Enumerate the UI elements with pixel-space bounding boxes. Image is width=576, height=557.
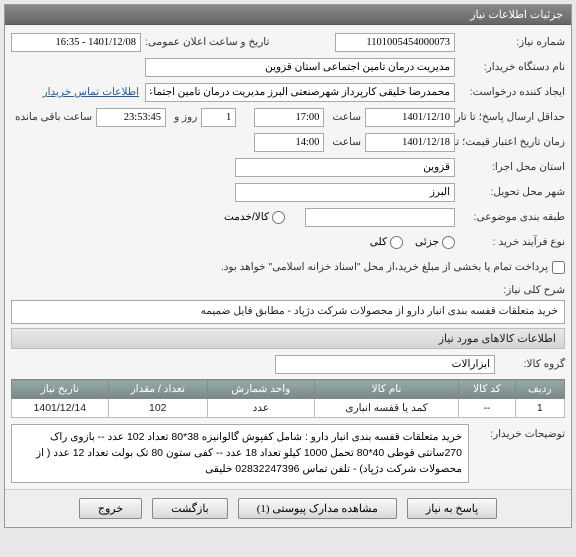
label-province: استان محل اجرا:: [455, 161, 565, 173]
radio-partial-input[interactable]: [442, 236, 455, 249]
buyer-device-field[interactable]: [145, 58, 455, 77]
label-requester: ایجاد کننده درخواست:: [455, 86, 565, 98]
radio-partial[interactable]: جزئی: [415, 236, 455, 249]
th-date: تاریخ نیاز: [12, 380, 109, 399]
city-field[interactable]: [235, 183, 455, 202]
label-remaining: ساعت باقی مانده: [11, 111, 92, 123]
label-day-and: روز و: [170, 111, 197, 123]
form-body: شماره نیاز: تاریخ و ساعت اعلان عمومی: نا…: [5, 25, 571, 489]
radio-full-label: کلی: [370, 236, 387, 248]
radio-full-input[interactable]: [390, 236, 403, 249]
days-remaining-field[interactable]: [201, 108, 236, 127]
cell-unit: عدد: [207, 399, 314, 418]
label-buyer-notes: توضیحات خریدار:: [475, 424, 565, 440]
cell-code: --: [459, 399, 515, 418]
label-deadline: حداقل ارسال پاسخ؛ تا تاریخ:: [455, 111, 565, 123]
radio-partial-label: جزئی: [415, 236, 439, 248]
th-qty: تعداد / مقدار: [108, 380, 207, 399]
label-announce-datetime: تاریخ و ساعت اعلان عمومی:: [141, 36, 269, 48]
label-need-desc: شرح کلی نیاز:: [499, 284, 565, 296]
deadline-date-field[interactable]: [365, 108, 455, 127]
back-button[interactable]: بازگشت: [152, 498, 228, 519]
announce-datetime-field[interactable]: [11, 33, 141, 52]
footer-buttons: پاسخ به نیاز مشاهده مدارک پیوستی (1) باز…: [5, 489, 571, 527]
th-row: ردیف: [515, 380, 565, 399]
goods-table: ردیف کد کالا نام کالا واحد شمارش تعداد /…: [11, 379, 565, 418]
validity-date-field[interactable]: [365, 133, 455, 152]
label-time-2: ساعت: [328, 136, 361, 148]
label-buyer-device: نام دستگاه خریدار:: [455, 61, 565, 73]
payment-note: پرداخت تمام یا بخشی از مبلغ خرید،از محل …: [221, 261, 548, 273]
packaging-field[interactable]: [305, 208, 455, 227]
th-code: کد کالا: [459, 380, 515, 399]
requester-field[interactable]: [145, 83, 455, 102]
contact-info-link[interactable]: اطلاعات تماس خریدار: [43, 86, 139, 98]
need-desc-box: خرید متعلقات قفسه بندی انبار دارو از محص…: [11, 300, 565, 324]
cell-row: 1: [515, 399, 565, 418]
panel-title: جزئیات اطلاعات نیاز: [5, 5, 571, 25]
label-time-1: ساعت: [328, 111, 361, 123]
th-name: نام کالا: [314, 380, 459, 399]
label-goods-group: گروه کالا:: [495, 358, 565, 370]
purchase-type-group: جزئی کلی: [370, 236, 455, 249]
cell-qty: 102: [108, 399, 207, 418]
time-remaining-field[interactable]: [96, 108, 166, 127]
radio-full[interactable]: کلی: [370, 236, 403, 249]
table-row[interactable]: 1 -- کمد یا قفسه انباری عدد 102 1401/12/…: [12, 399, 565, 418]
cell-name: کمد یا قفسه انباری: [314, 399, 459, 418]
goods-info-title: اطلاعات کالاهای مورد نیاز: [11, 328, 565, 349]
label-validity: زمان تاریخ اعتبار قیمت؛ تا تاریخ:: [455, 136, 565, 148]
province-field[interactable]: [235, 158, 455, 177]
label-need-number: شماره نیاز:: [455, 36, 565, 48]
th-unit: واحد شمارش: [207, 380, 314, 399]
buyer-notes-box: خرید متعلقات قفسه بندی انبار دارو : شامل…: [11, 424, 469, 483]
radio-service-input[interactable]: [272, 211, 285, 224]
label-city: شهر محل تحویل:: [455, 186, 565, 198]
label-purchase-type: نوع فرآیند خرید :: [455, 236, 565, 248]
cell-date: 1401/12/14: [12, 399, 109, 418]
need-number-field[interactable]: [335, 33, 455, 52]
goods-group-field[interactable]: [275, 355, 495, 374]
payment-checkbox[interactable]: [552, 261, 565, 274]
radio-service[interactable]: کالا/خدمت: [224, 211, 285, 224]
payment-checkbox-row[interactable]: پرداخت تمام یا بخشی از مبلغ خرید،از محل …: [221, 261, 565, 274]
attachments-button[interactable]: مشاهده مدارک پیوستی (1): [238, 498, 397, 519]
deadline-time-field[interactable]: [254, 108, 324, 127]
label-packaging: طبقه بندی موضوعی:: [455, 211, 565, 223]
exit-button[interactable]: خروج: [79, 498, 142, 519]
validity-time-field[interactable]: [254, 133, 324, 152]
need-details-panel: جزئیات اطلاعات نیاز شماره نیاز: تاریخ و …: [4, 4, 572, 528]
respond-button[interactable]: پاسخ به نیاز: [407, 498, 497, 519]
radio-service-label: کالا/خدمت: [224, 211, 269, 223]
